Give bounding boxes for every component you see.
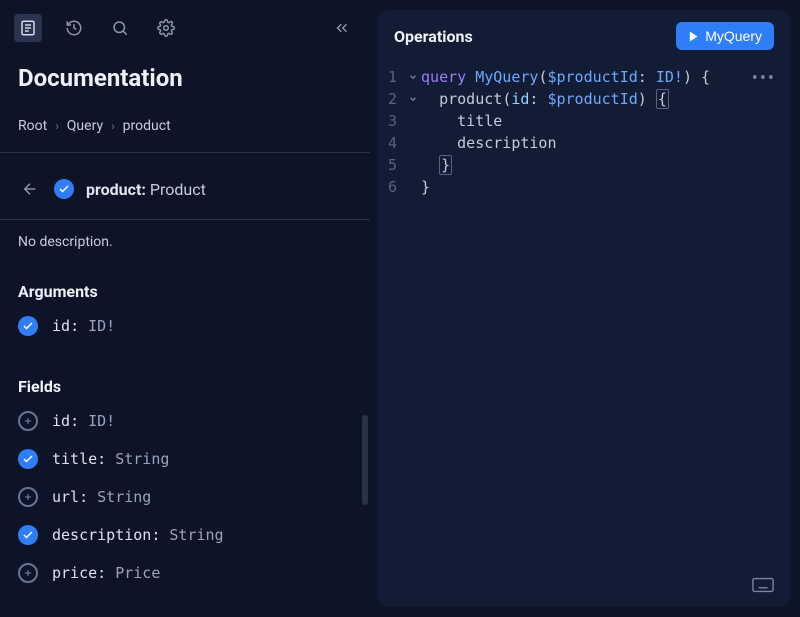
type-label: product: Product: [86, 180, 206, 199]
field-row-description[interactable]: description: String: [0, 516, 370, 554]
code-lines[interactable]: query MyQuery($productId: ID!) { product…: [421, 66, 780, 198]
operations-title: Operations: [394, 27, 473, 46]
play-icon: [688, 31, 699, 42]
breadcrumb-query[interactable]: Query: [67, 118, 103, 134]
breadcrumb: Root › Query › product: [0, 110, 370, 153]
type-header: product: Product: [0, 153, 370, 220]
main-panel: Operations MyQuery ••• 1 2 3 4 5 6: [370, 0, 800, 617]
breadcrumb-product[interactable]: product: [123, 118, 171, 134]
docs-tab-icon[interactable]: [14, 14, 42, 42]
history-icon[interactable]: [60, 14, 88, 42]
scrollbar[interactable]: [362, 415, 368, 505]
sidebar-topbar: [0, 0, 370, 52]
check-circle-icon[interactable]: [18, 525, 38, 545]
field-signature: title: String: [52, 450, 169, 468]
argument-signature: id: ID!: [52, 317, 115, 335]
type-field-name: product:: [86, 180, 146, 199]
run-query-button[interactable]: MyQuery: [676, 22, 774, 50]
field-signature: id: ID!: [52, 412, 115, 430]
chevron-down-icon[interactable]: [405, 88, 421, 110]
field-signature: url: String: [52, 488, 151, 506]
plus-circle-icon[interactable]: [18, 411, 38, 431]
back-arrow-icon[interactable]: [18, 177, 42, 201]
more-actions-icon[interactable]: •••: [752, 68, 776, 89]
chevron-right-icon: ›: [55, 119, 59, 133]
search-icon[interactable]: [106, 14, 134, 42]
plus-circle-icon[interactable]: [18, 487, 38, 507]
collapse-sidebar-icon[interactable]: [328, 14, 356, 42]
sidebar: Documentation Root › Query › product pro…: [0, 0, 370, 617]
chevron-right-icon: ›: [111, 119, 115, 133]
code-editor[interactable]: 1 2 3 4 5 6 query MyQuery($productId: ID…: [378, 62, 790, 202]
documentation-title: Documentation: [0, 52, 370, 110]
check-circle-icon[interactable]: [18, 316, 38, 336]
breadcrumb-root[interactable]: Root: [18, 118, 47, 134]
type-name: Product: [150, 180, 206, 199]
field-row-id[interactable]: id: ID!: [0, 402, 370, 440]
plus-circle-icon[interactable]: [18, 563, 38, 583]
field-row-price[interactable]: price: Price: [0, 554, 370, 592]
editor-panel: Operations MyQuery ••• 1 2 3 4 5 6: [378, 10, 790, 607]
keyboard-icon[interactable]: [752, 577, 774, 593]
field-row-url[interactable]: url: String: [0, 478, 370, 516]
fields-section-title: Fields: [0, 345, 370, 402]
argument-row[interactable]: id: ID!: [0, 307, 370, 345]
arguments-section-title: Arguments: [0, 250, 370, 307]
field-signature: description: String: [52, 526, 224, 544]
no-description-text: No description.: [0, 220, 370, 250]
line-number-gutter: 1 2 3 4 5 6: [388, 66, 405, 198]
editor-header: Operations MyQuery: [378, 10, 790, 62]
check-circle-icon[interactable]: [18, 449, 38, 469]
chevron-down-icon[interactable]: [405, 66, 421, 88]
check-circle-icon[interactable]: [54, 179, 74, 199]
run-button-label: MyQuery: [705, 28, 762, 44]
field-row-title[interactable]: title: String: [0, 440, 370, 478]
fold-gutter[interactable]: [405, 66, 421, 198]
field-signature: price: Price: [52, 564, 160, 582]
gear-icon[interactable]: [152, 14, 180, 42]
